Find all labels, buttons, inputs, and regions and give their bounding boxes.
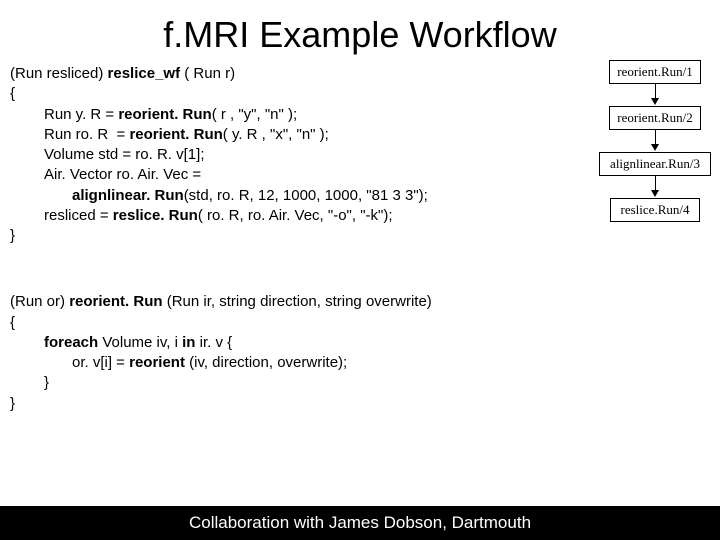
diagram-node-3: alignlinear.Run/3: [599, 152, 711, 176]
diagram-node-2: reorient.Run/2: [609, 106, 701, 130]
c1l5b: (std, ro. R, 12, 1000, 1000, "81 3 3");: [184, 187, 428, 204]
sig-post: ( Run r): [180, 65, 235, 82]
sig-pre: (Run resliced): [10, 65, 108, 82]
code-block-2: (Run or) reorient. Run (Run ir, string d…: [10, 292, 712, 414]
sig2-pre: (Run or): [10, 293, 69, 310]
arrow-icon: [596, 130, 714, 152]
c1l1c: ( r , "y", "n" );: [212, 106, 297, 123]
c1l1b: reorient. Run: [118, 106, 211, 123]
c1l6b: reslice. Run: [113, 207, 198, 224]
c1l3: Volume std = ro. R. v[1];: [10, 145, 205, 165]
c2l2b: reorient: [129, 354, 189, 371]
c1l2a: Run ro. R =: [44, 126, 129, 143]
slide-title: f.MRI Example Workflow: [0, 0, 720, 64]
brace2-open: {: [10, 314, 15, 331]
c1l4: Air. Vector ro. Air. Vec =: [10, 165, 201, 185]
c1l6a: resliced =: [44, 207, 113, 224]
workflow-diagram: reorient.Run/1 reorient.Run/2 alignlinea…: [596, 60, 714, 222]
sig2-post: (Run ir, string direction, string overwr…: [167, 293, 432, 310]
diagram-node-1: reorient.Run/1: [609, 60, 701, 84]
c2l2c: (iv, direction, overwrite);: [189, 354, 347, 371]
diagram-node-4: reslice.Run/4: [610, 198, 700, 222]
c1l6c: ( ro. R, ro. Air. Vec, "-o", "-k");: [198, 207, 393, 224]
c1l2b: reorient. Run: [129, 126, 222, 143]
c1l2c: ( y. R , "x", "n" );: [223, 126, 329, 143]
brace-close: }: [10, 227, 15, 244]
c2l3: }: [10, 373, 49, 393]
arrow-icon: [596, 84, 714, 106]
sig-name: reslice_wf: [108, 65, 181, 82]
arrow-icon: [596, 176, 714, 198]
footer-credit: Collaboration with James Dobson, Dartmou…: [0, 506, 720, 540]
brace-open: {: [10, 85, 15, 102]
c1l5a: alignlinear. Run: [72, 187, 184, 204]
c2l1c: in: [182, 334, 200, 351]
brace2-close: }: [10, 395, 15, 412]
c2l1b: Volume iv, i: [102, 334, 182, 351]
c2l1d: ir. v {: [200, 334, 233, 351]
c2l1a: foreach: [44, 334, 102, 351]
sig2-name: reorient. Run: [69, 293, 167, 310]
c2l2a: or. v[i] =: [72, 354, 129, 371]
c1l1a: Run y. R =: [44, 106, 118, 123]
